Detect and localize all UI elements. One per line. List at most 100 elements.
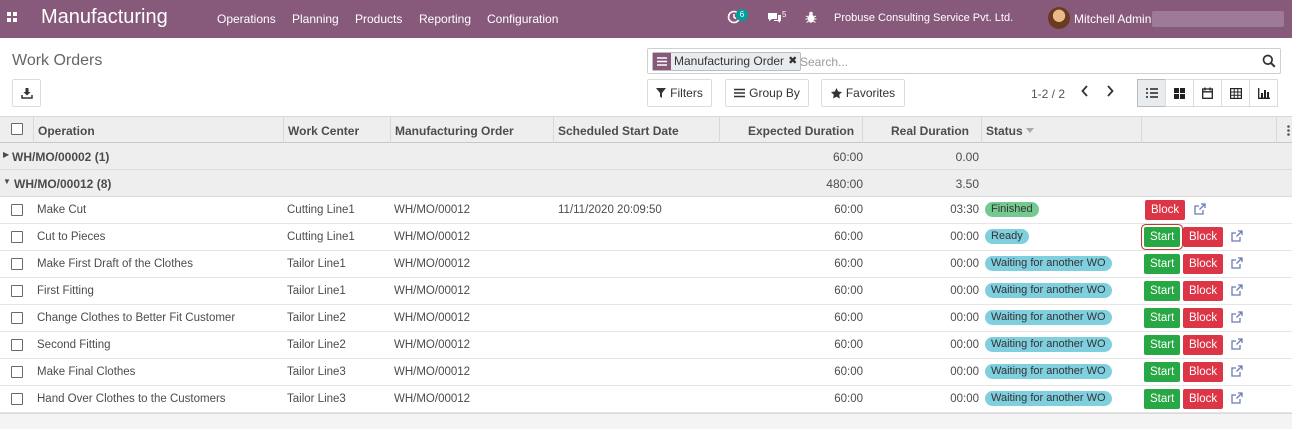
row-checkbox[interactable] xyxy=(11,204,23,216)
cell-work-center: Tailor Line3 xyxy=(287,366,346,378)
start-button[interactable]: Start xyxy=(1144,254,1181,274)
user-avatar[interactable] xyxy=(1048,7,1070,29)
cell-operation: First Fitting xyxy=(37,285,94,297)
group-expected-sum: 480:00 xyxy=(826,177,863,191)
menu-configuration[interactable]: Configuration xyxy=(487,12,558,26)
cell-real-duration: 00:00 xyxy=(950,339,979,351)
menu-operations[interactable]: Operations xyxy=(217,12,276,26)
row-checkbox[interactable] xyxy=(11,366,23,378)
pivot-view-button[interactable] xyxy=(1221,79,1250,107)
kanban-view-button[interactable] xyxy=(1165,79,1194,107)
status-badge: Waiting for another WO xyxy=(985,364,1112,379)
open-external-icon[interactable] xyxy=(1231,257,1243,269)
menu-planning[interactable]: Planning xyxy=(292,12,339,26)
pager-next-icon[interactable] xyxy=(1106,84,1114,100)
open-external-icon[interactable] xyxy=(1231,311,1243,323)
col-operation[interactable]: Operation xyxy=(38,124,95,138)
user-menu[interactable]: Mitchell Admin xyxy=(1074,12,1151,26)
app-title[interactable]: Manufacturing xyxy=(41,6,168,29)
row-checkbox[interactable] xyxy=(11,393,23,405)
table-row[interactable]: Cut to Pieces Cutting Line1 WH/MO/00012 60:… xyxy=(0,224,1292,251)
favorites-button[interactable]: Favorites xyxy=(821,79,905,107)
start-button[interactable]: Start xyxy=(1144,308,1181,328)
open-external-icon[interactable] xyxy=(1231,230,1243,242)
col-status[interactable]: Status xyxy=(986,124,1023,138)
table-row[interactable]: Make First Draft of the Clothes Tailor Li… xyxy=(0,251,1292,278)
menu-reporting[interactable]: Reporting xyxy=(419,12,471,26)
cell-real-duration: 03:30 xyxy=(950,204,979,216)
open-external-icon[interactable] xyxy=(1231,365,1243,377)
calendar-view-button[interactable] xyxy=(1193,79,1222,107)
menu-products[interactable]: Products xyxy=(355,12,402,26)
cell-real-duration: 00:00 xyxy=(950,393,979,405)
list-view-button[interactable] xyxy=(1137,79,1166,107)
start-button[interactable]: Start xyxy=(1144,389,1181,409)
table-row[interactable]: Make Final Clothes Tailor Line3 WH/MO/0001… xyxy=(0,359,1292,386)
block-button[interactable]: Block xyxy=(1183,335,1224,355)
status-badge: Waiting for another WO xyxy=(985,337,1112,352)
cell-operation: Change Clothes to Better Fit Customer xyxy=(37,312,236,324)
row-checkbox[interactable] xyxy=(11,258,23,270)
block-button[interactable]: Block xyxy=(1183,362,1224,382)
facet-label: Manufacturing Order xyxy=(674,54,785,68)
open-external-icon[interactable] xyxy=(1231,338,1243,350)
block-button[interactable]: Block xyxy=(1183,389,1224,409)
start-button[interactable]: Start xyxy=(1144,281,1181,301)
status-badge: Waiting for another WO xyxy=(985,256,1112,271)
group-row[interactable]: ▶ WH/MO/00002 (1) 60:00 0.00 xyxy=(0,143,1292,170)
cell-work-center: Tailor Line1 xyxy=(287,258,346,270)
row-checkbox[interactable] xyxy=(11,285,23,297)
block-button[interactable]: Block xyxy=(1183,308,1224,328)
pager-previous-icon[interactable] xyxy=(1081,84,1089,100)
row-checkbox[interactable] xyxy=(11,339,23,351)
open-external-icon[interactable] xyxy=(1231,284,1243,296)
row-checkbox[interactable] xyxy=(11,231,23,243)
block-button[interactable]: Block xyxy=(1183,254,1224,274)
cell-manufacturing-order: WH/MO/00012 xyxy=(394,204,471,216)
filters-button[interactable]: Filters xyxy=(647,79,712,107)
export-button[interactable] xyxy=(12,79,41,107)
block-button[interactable]: Block xyxy=(1183,281,1224,301)
graph-view-button[interactable] xyxy=(1249,79,1278,107)
open-external-icon[interactable] xyxy=(1231,392,1243,404)
table-row[interactable]: Hand Over Clothes to the Customers Tailor… xyxy=(0,386,1292,413)
optional-columns-icon[interactable] xyxy=(1287,125,1290,136)
cell-manufacturing-order: WH/MO/00012 xyxy=(394,285,471,297)
group-by-button[interactable]: Group By xyxy=(725,79,809,107)
table-row[interactable]: First Fitting Tailor Line1 WH/MO/00012 60:0… xyxy=(0,278,1292,305)
table-row[interactable]: Change Clothes to Better Fit Customer Tai… xyxy=(0,305,1292,332)
cell-manufacturing-order: WH/MO/00012 xyxy=(394,258,471,270)
cell-work-center: Cutting Line1 xyxy=(287,231,355,243)
open-external-icon[interactable] xyxy=(1194,203,1206,215)
search-input[interactable] xyxy=(800,53,1260,70)
block-button[interactable]: Block xyxy=(1183,227,1224,247)
col-work-center[interactable]: Work Center xyxy=(288,124,359,138)
cell-work-center: Tailor Line3 xyxy=(287,393,346,405)
row-checkbox[interactable] xyxy=(11,312,23,324)
col-scheduled-start[interactable]: Scheduled Start Date xyxy=(558,124,679,138)
col-manufacturing-order[interactable]: Manufacturing Order xyxy=(395,124,514,138)
pager-value[interactable]: 1-2 / 2 xyxy=(1031,87,1065,101)
block-button[interactable]: Block xyxy=(1145,200,1186,220)
col-expected-duration[interactable]: Expected Duration xyxy=(748,124,854,138)
table-row[interactable]: Second Fitting Tailor Line2 WH/MO/00012 60:… xyxy=(0,332,1292,359)
messages-icon[interactable] xyxy=(767,12,782,24)
facet-remove-icon[interactable]: ✖ xyxy=(787,53,800,70)
search-icon[interactable] xyxy=(1262,54,1276,68)
cell-manufacturing-order: WH/MO/00012 xyxy=(394,312,471,324)
cell-manufacturing-order: WH/MO/00012 xyxy=(394,393,471,405)
col-real-duration[interactable]: Real Duration xyxy=(891,124,969,138)
cell-real-duration: 00:00 xyxy=(950,231,979,243)
cell-expected-duration: 60:00 xyxy=(834,366,863,378)
start-button[interactable]: Start xyxy=(1144,335,1181,355)
debug-bug-icon[interactable] xyxy=(805,11,817,24)
table-row[interactable]: Make Cut Cutting Line1 WH/MO/00012 11/11/20… xyxy=(0,197,1292,224)
start-button[interactable]: Start xyxy=(1144,362,1181,382)
group-row[interactable]: ▼ WH/MO/00012 (8) 480:00 3.50 xyxy=(0,170,1292,197)
filter-icon xyxy=(656,88,667,98)
apps-menu-icon[interactable] xyxy=(7,12,19,24)
start-button[interactable]: Start xyxy=(1144,227,1181,247)
cell-operation: Make Cut xyxy=(37,204,87,216)
select-all-checkbox[interactable] xyxy=(11,123,23,135)
company-switcher[interactable]: Probuse Consulting Service Pvt. Ltd. xyxy=(834,12,1013,24)
